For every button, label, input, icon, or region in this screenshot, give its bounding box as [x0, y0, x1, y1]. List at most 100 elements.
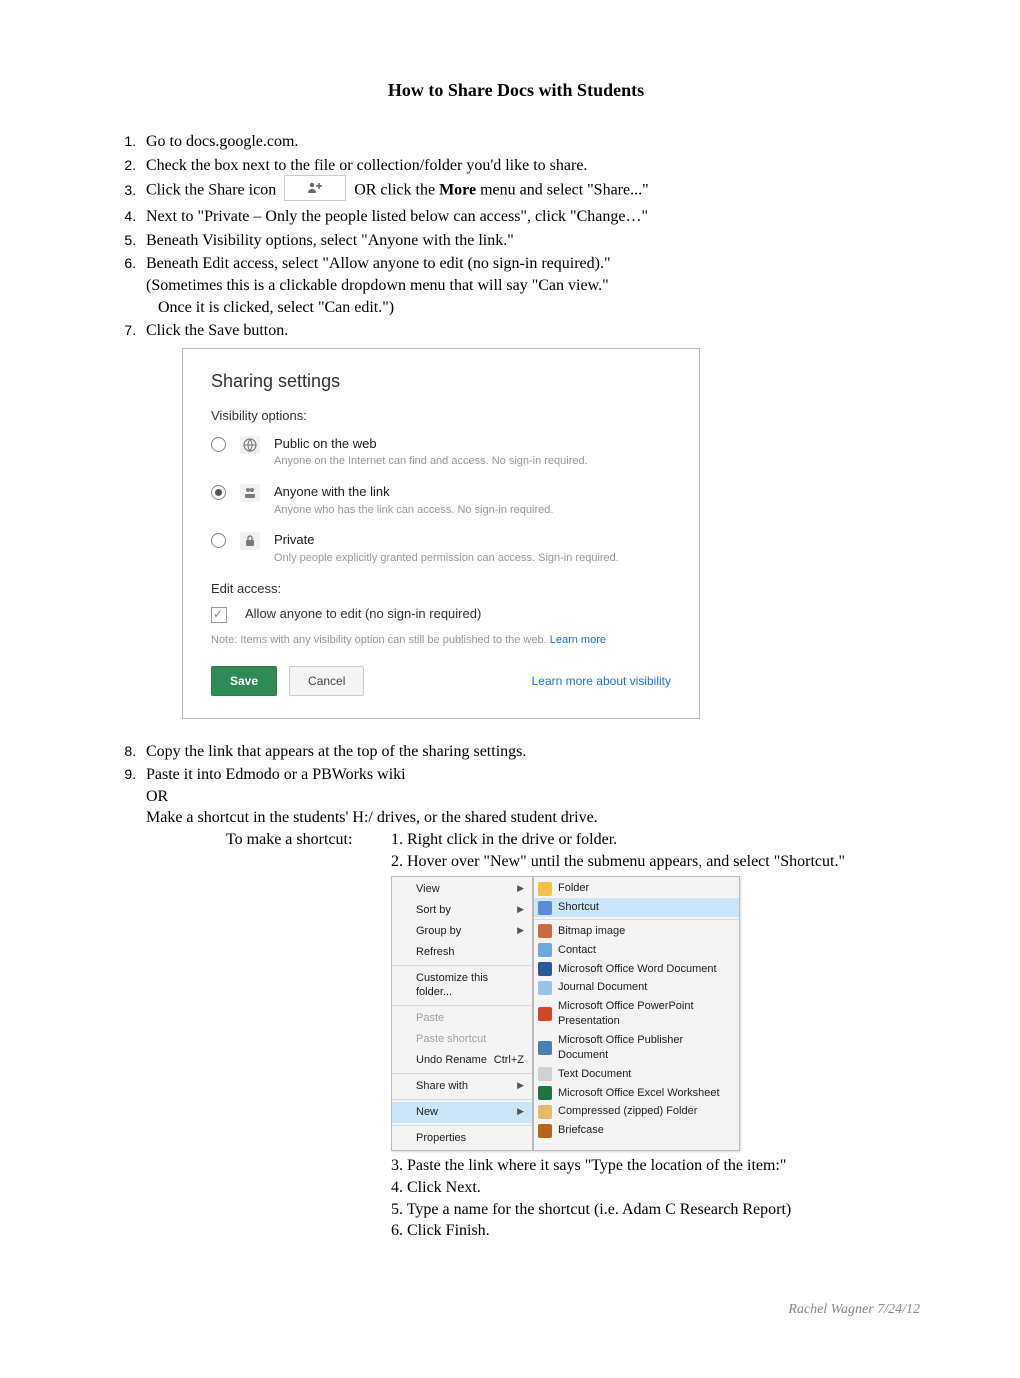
step-text: menu and select "Share..." [476, 182, 649, 199]
file-type-icon [538, 962, 552, 976]
globe-icon [240, 436, 260, 454]
chevron-right-icon: ▶ [517, 1105, 524, 1120]
step-text: Beneath Edit access, select "Allow anyon… [146, 255, 610, 272]
context-menu-main: View▶Sort by▶Group by▶Refresh Customize t… [391, 876, 533, 1151]
step-4: Next to "Private – Only the people liste… [140, 206, 920, 228]
submenu-item[interactable]: Journal Document [534, 978, 739, 997]
edit-access-label: Edit access: [211, 580, 671, 598]
file-type-icon [538, 1124, 552, 1138]
chevron-right-icon: ▶ [517, 882, 524, 897]
option-desc: Anyone on the Internet can find and acce… [274, 454, 671, 469]
shortcut-instructions: To make a shortcut: 1. Right click in th… [226, 829, 920, 851]
panel-buttons: Save Cancel Learn more about visibility [211, 666, 671, 696]
submenu-item[interactable]: Microsoft Office Word Document [534, 960, 739, 979]
menu-item[interactable]: Share with▶ [392, 1076, 532, 1097]
cancel-button[interactable]: Cancel [289, 666, 364, 696]
menu-item[interactable]: Customize this folder... [392, 968, 532, 1004]
menu-item[interactable]: View▶ [392, 879, 532, 900]
step-5: Beneath Visibility options, select "Anyo… [140, 230, 920, 252]
file-type-icon [538, 1067, 552, 1081]
file-type-icon [538, 981, 552, 995]
shortcut-step: 4. Click Next. [391, 1177, 920, 1199]
radio-unchecked[interactable] [211, 437, 226, 452]
file-type-icon [538, 924, 552, 938]
menu-separator [392, 1125, 532, 1126]
shortcut-lead-label: To make a shortcut: [226, 829, 391, 851]
submenu-item[interactable]: Folder [534, 879, 739, 898]
shortcut-step: 6. Click Finish. [391, 1220, 920, 1242]
menu-item[interactable]: New▶ [392, 1102, 532, 1123]
radio-checked[interactable] [211, 485, 226, 500]
step-7: Click the Save button. Sharing settings … [140, 320, 920, 719]
step-subtext: (Sometimes this is a clickable dropdown … [146, 275, 920, 297]
link-people-icon [240, 484, 260, 502]
main-steps-list: Go to docs.google.com. Check the box nex… [112, 131, 920, 1242]
step-1: Go to docs.google.com. [140, 131, 920, 153]
submenu-item[interactable]: Compressed (zipped) Folder [534, 1102, 739, 1121]
file-type-icon [538, 1041, 552, 1055]
visibility-option-public[interactable]: Public on the web Anyone on the Internet… [211, 435, 671, 469]
submenu-item[interactable]: Contact [534, 941, 739, 960]
context-menu-new-submenu: FolderShortcutBitmap imageContactMicroso… [533, 876, 740, 1151]
page-title: How to Share Docs with Students [112, 80, 920, 101]
submenu-item[interactable]: Microsoft Office PowerPoint Presentation [534, 997, 739, 1031]
context-menu-screenshot: View▶Sort by▶Group by▶Refresh Customize t… [391, 876, 920, 1151]
chevron-right-icon: ▶ [517, 903, 524, 918]
radio-unchecked[interactable] [211, 533, 226, 548]
menu-item[interactable]: Paste [392, 1008, 532, 1029]
menu-separator [392, 965, 532, 966]
lock-icon [240, 532, 260, 550]
menu-item[interactable]: Sort by▶ [392, 900, 532, 921]
share-icon [284, 175, 346, 201]
checkbox-checked[interactable] [211, 607, 227, 623]
document-page: How to Share Docs with Students Go to do… [0, 0, 1020, 1378]
submenu-item[interactable]: Text Document [534, 1065, 739, 1084]
menu-item[interactable]: Refresh [392, 942, 532, 963]
step-text: OR click the [354, 182, 439, 199]
option-title: Anyone with the link [274, 483, 671, 501]
menu-separator [392, 1099, 532, 1100]
option-title: Public on the web [274, 435, 671, 453]
menu-item[interactable]: Paste shortcut [392, 1029, 532, 1050]
step-9: Paste it into Edmodo or a PBWorks wiki O… [140, 764, 920, 1241]
step-6: Beneath Edit access, select "Allow anyon… [140, 253, 920, 318]
shortcut-step: 3. Paste the link where it says "Type th… [391, 1155, 920, 1177]
step-text: Click the Share icon [146, 182, 276, 199]
step-text: Paste it into Edmodo or a PBWorks wiki [146, 766, 406, 783]
submenu-item[interactable]: Bitmap image [534, 922, 739, 941]
edit-option-label: Allow anyone to edit (no sign-in require… [245, 605, 481, 623]
step-subtext: Make a shortcut in the students' H:/ dri… [146, 807, 920, 829]
bold-more: More [439, 182, 476, 199]
step-subtext: Once it is clicked, select "Can edit.") [158, 297, 920, 319]
menu-separator [534, 919, 739, 920]
submenu-item[interactable]: Briefcase [534, 1121, 739, 1140]
visibility-label: Visibility options: [211, 407, 671, 425]
step-text: Click the Save button. [146, 322, 288, 339]
file-type-icon [538, 1007, 552, 1021]
step-text: Copy the link that appears at the top of… [146, 743, 526, 760]
menu-item[interactable]: Group by▶ [392, 921, 532, 942]
menu-item[interactable]: Undo RenameCtrl+Z [392, 1050, 532, 1071]
visibility-option-link[interactable]: Anyone with the link Anyone who has the … [211, 483, 671, 517]
menu-separator [392, 1073, 532, 1074]
file-type-icon [538, 882, 552, 896]
submenu-item[interactable]: Microsoft Office Excel Worksheet [534, 1084, 739, 1103]
file-type-icon [538, 1086, 552, 1100]
submenu-item[interactable]: Microsoft Office Publisher Document [534, 1031, 739, 1065]
sharing-settings-panel: Sharing settings Visibility options: Pub… [182, 348, 700, 719]
step-text: Beneath Visibility options, select "Anyo… [146, 232, 514, 249]
shortcut-step: 2. Hover over "New" until the submenu ap… [391, 851, 920, 873]
edit-access-row[interactable]: Allow anyone to edit (no sign-in require… [211, 605, 671, 623]
learn-visibility-link[interactable]: Learn more about visibility [532, 673, 671, 689]
visibility-option-private[interactable]: Private Only people explicitly granted p… [211, 531, 671, 565]
menu-item[interactable]: Properties [392, 1128, 532, 1149]
submenu-item[interactable]: Shortcut [534, 898, 739, 917]
step-subtext: OR [146, 786, 920, 808]
step-8: Copy the link that appears at the top of… [140, 741, 920, 763]
option-desc: Anyone who has the link can access. No s… [274, 503, 671, 518]
option-desc: Only people explicitly granted permissio… [274, 551, 671, 566]
learn-more-link[interactable]: Learn more [550, 634, 606, 646]
shortcut-step: 5. Type a name for the shortcut (i.e. Ad… [391, 1199, 920, 1221]
save-button[interactable]: Save [211, 666, 277, 696]
footer-attribution: Rachel Wagner 7/24/12 [112, 1302, 920, 1318]
